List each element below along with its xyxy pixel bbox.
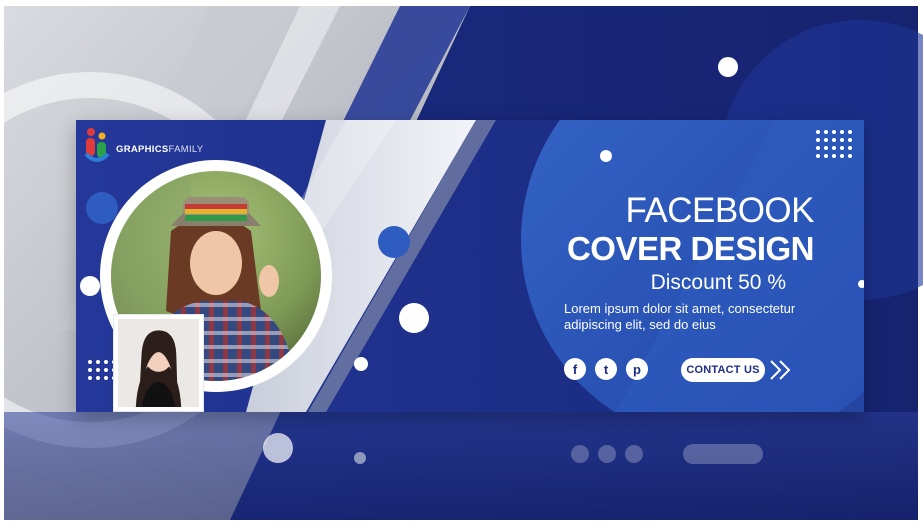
headline-block: FACEBOOK COVER DESIGN Discount 50 % (566, 191, 815, 296)
facebook-cover: GRAPHICSFAMILY FACEBOOK COVER DESIGN Dis… (76, 120, 864, 412)
social-links: f t p (564, 358, 648, 380)
discount-label: Discount 50 % (650, 271, 786, 294)
brand-logo: GRAPHICSFAMILY (82, 126, 203, 166)
brand-name-bold: GRAPHICS (116, 143, 169, 155)
secondary-photo (113, 314, 204, 412)
headline-facebook: FACEBOOK (625, 191, 814, 230)
dot-grid-pattern (88, 360, 116, 380)
description-text: Lorem ipsum dolor sit amet, consectetur … (564, 301, 796, 332)
pinterest-icon[interactable]: p (626, 358, 648, 380)
brand-name: GRAPHICSFAMILY (116, 144, 203, 155)
contact-us-button[interactable]: CONTACT US (681, 358, 765, 382)
secondary-photo-image (118, 319, 199, 407)
facebook-icon[interactable]: f (564, 358, 586, 380)
brand-name-light: FAMILY (168, 143, 204, 155)
double-chevron-right-icon (770, 360, 791, 380)
dot-grid-pattern (816, 130, 852, 158)
people-logo-icon (84, 128, 110, 162)
twitter-icon[interactable]: t (595, 358, 617, 380)
mockup-scene: GRAPHICSFAMILY FACEBOOK COVER DESIGN Dis… (0, 0, 923, 524)
headline-cover-design: COVER DESIGN (566, 230, 815, 267)
